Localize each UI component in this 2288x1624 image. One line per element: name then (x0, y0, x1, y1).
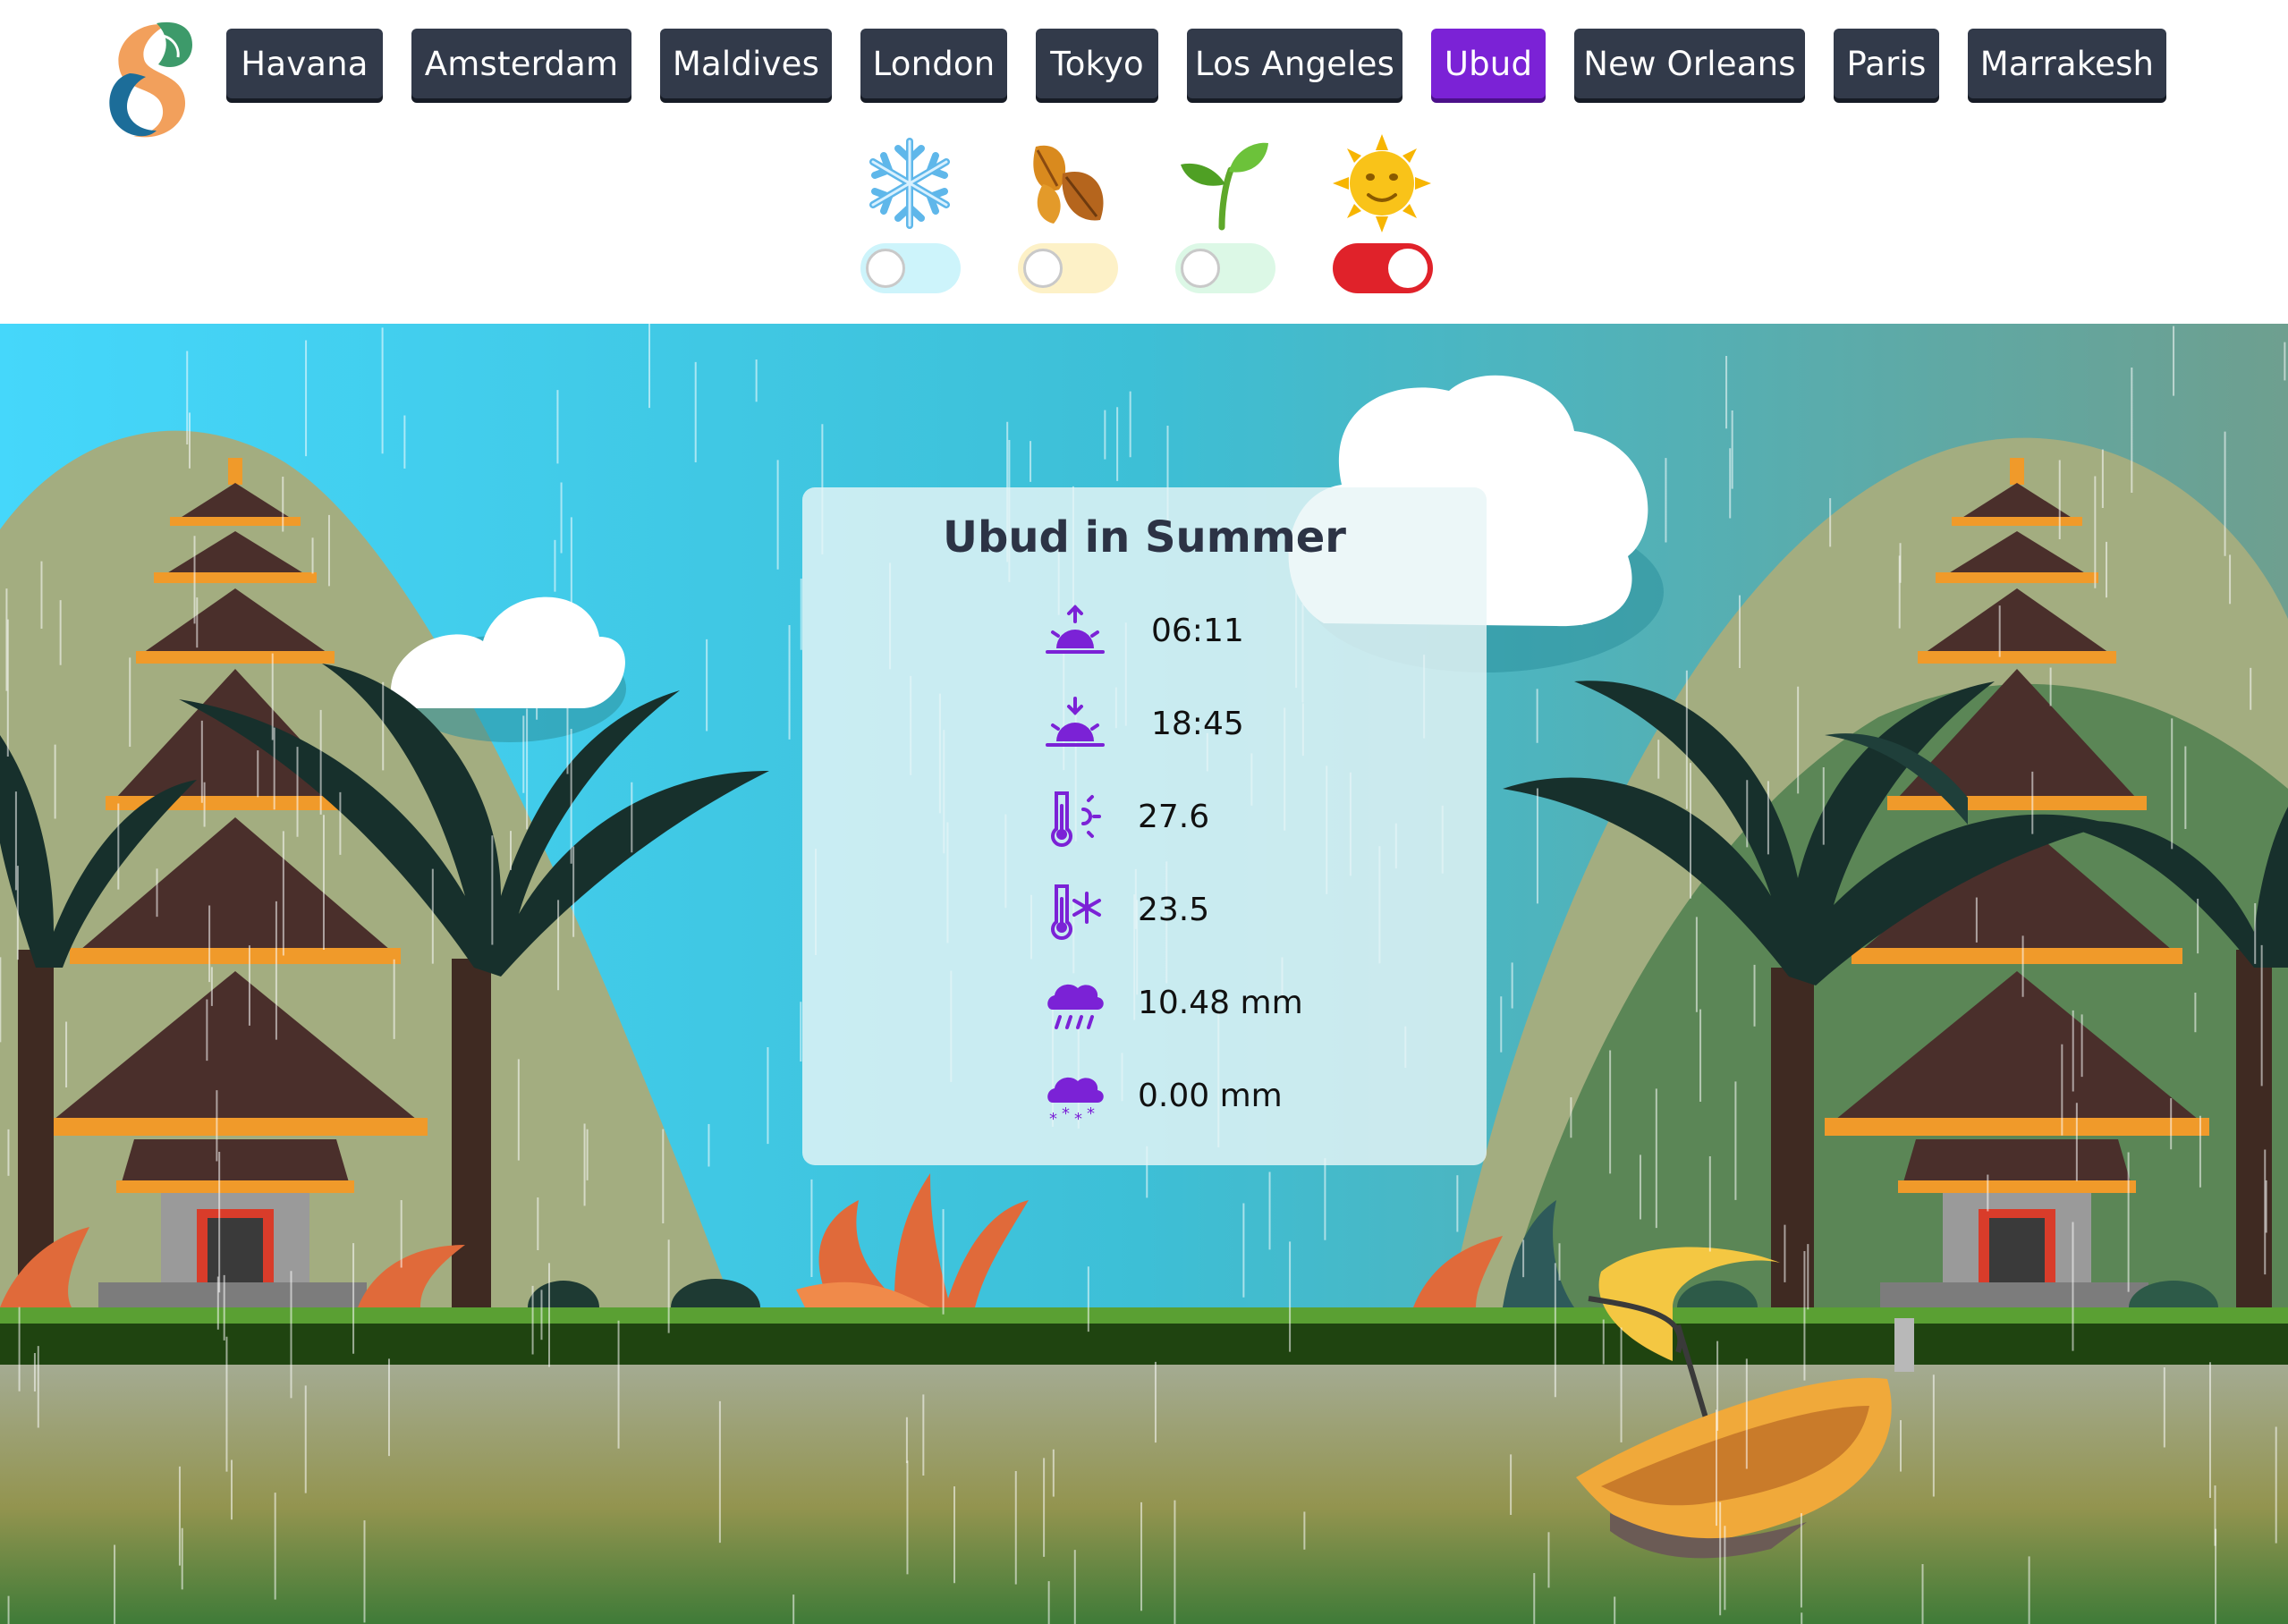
city-button-havana[interactable]: Havana (226, 29, 383, 98)
max-temp-value: 27.6 (1138, 799, 1210, 835)
svg-text:*: * (1074, 1110, 1082, 1129)
min-temp-row: 23.5 (1044, 881, 1402, 952)
season-toggle-autumn[interactable] (1018, 243, 1118, 293)
toggle-knob (866, 249, 905, 288)
city-button-new-orleans[interactable]: New Orleans (1574, 29, 1805, 98)
sunrise-icon (1046, 605, 1105, 654)
sunset-icon (1046, 697, 1105, 747)
app-logo (109, 21, 192, 138)
rain-row: 10.48 mm (1044, 974, 1402, 1045)
weather-card: Ubud in Summer 06:11 18:45 27.6 23.5 10.… (802, 487, 1487, 1165)
snowflake-icon (869, 138, 950, 229)
sunset-row: 18:45 (1044, 695, 1402, 766)
svg-text:*: * (1087, 1104, 1095, 1123)
city-button-los-angeles[interactable]: Los Angeles (1187, 29, 1402, 98)
min-temp-value: 23.5 (1138, 892, 1210, 928)
max-temp-row: 27.6 (1044, 788, 1402, 859)
toggle-knob (1181, 249, 1220, 288)
city-button-london[interactable]: London (860, 29, 1007, 98)
city-button-marrakesh[interactable]: Marrakesh (1968, 29, 2166, 98)
header: Havana Amsterdam Maldives London Tokyo L… (0, 0, 2288, 324)
sun-face-icon (1333, 134, 1431, 233)
snow-cloud-icon: * * * * (1047, 1077, 1104, 1129)
thermometer-sun-icon (1051, 791, 1101, 847)
seedling-icon (1181, 142, 1268, 231)
season-toggle-winter[interactable] (860, 243, 961, 293)
rain-cloud-icon (1047, 984, 1104, 1029)
thermometer-snow-icon (1051, 884, 1101, 940)
season-summer (1329, 134, 1436, 304)
season-autumn (1014, 134, 1122, 304)
toggle-knob (1023, 249, 1063, 288)
svg-text:*: * (1062, 1104, 1070, 1123)
sunrise-row: 06:11 (1044, 602, 1402, 673)
city-button-amsterdam[interactable]: Amsterdam (411, 29, 631, 98)
sunset-value: 18:45 (1151, 706, 1244, 742)
card-title: Ubud in Summer (943, 512, 1346, 562)
rain-value: 10.48 mm (1138, 985, 1303, 1021)
fallen-leaves-icon (1033, 145, 1104, 224)
season-toggle-summer[interactable] (1333, 243, 1433, 293)
snow-value: 0.00 mm (1138, 1078, 1283, 1114)
city-button-paris[interactable]: Paris (1834, 29, 1939, 98)
city-button-ubud[interactable]: Ubud (1431, 29, 1546, 98)
city-button-tokyo[interactable]: Tokyo (1036, 29, 1158, 98)
water (0, 1365, 2288, 1624)
snow-row: * * * * 0.00 mm (1044, 1067, 1402, 1138)
season-winter (857, 134, 964, 304)
season-toggle-spring[interactable] (1175, 243, 1275, 293)
sunrise-value: 06:11 (1151, 613, 1244, 649)
svg-text:*: * (1049, 1110, 1057, 1129)
toggle-knob (1388, 249, 1428, 288)
season-spring (1172, 134, 1279, 304)
city-button-maldives[interactable]: Maldives (660, 29, 832, 98)
